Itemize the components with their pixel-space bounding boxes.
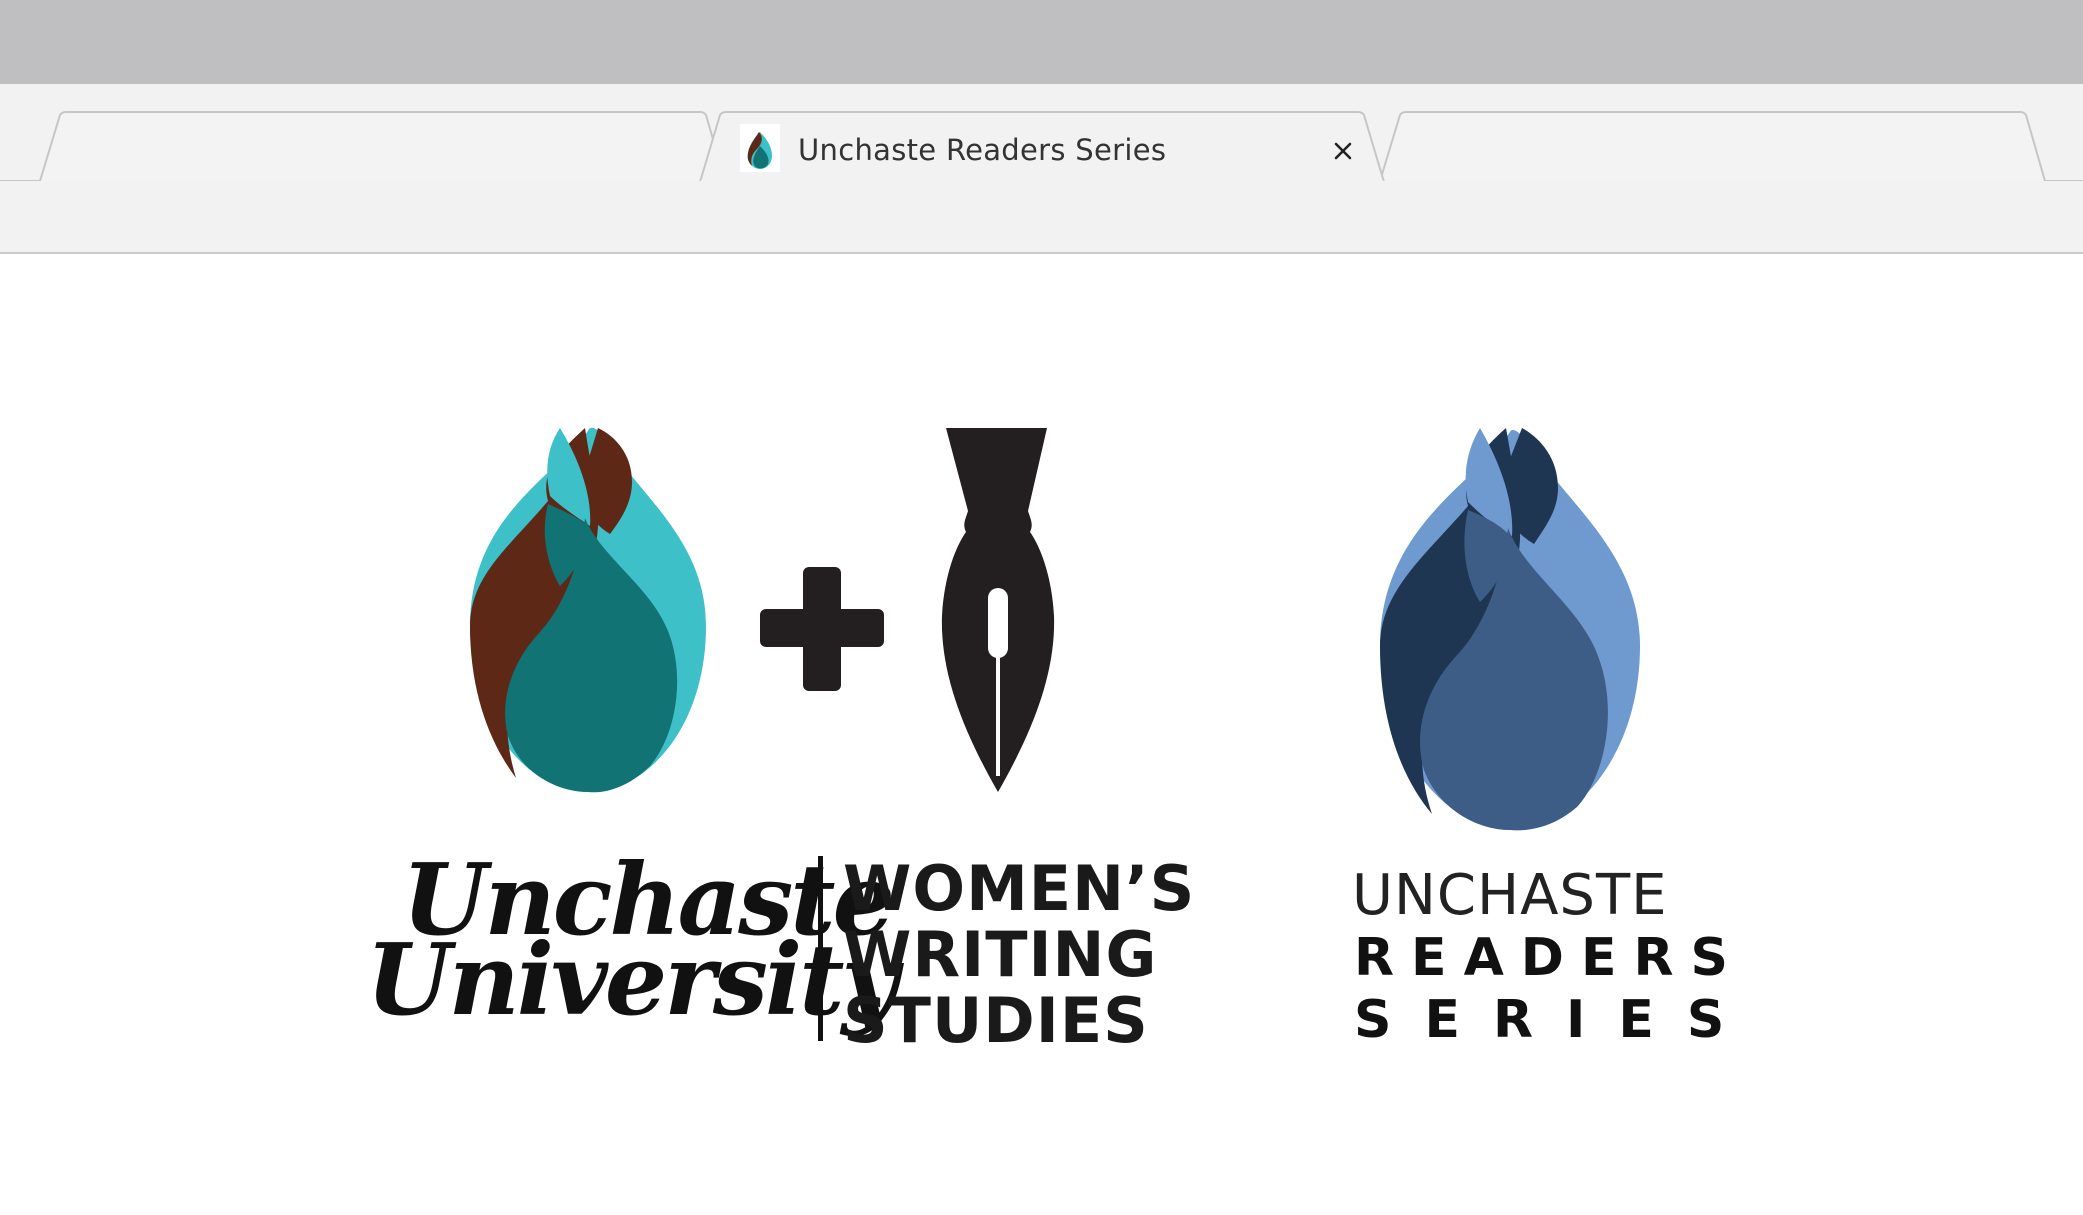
pen-nib-icon [941,428,1055,792]
browser-toolbar [0,181,2083,254]
flame-logo-icon [740,124,780,172]
tab-inactive-left[interactable] [39,111,726,182]
wordmark-university: University [366,923,898,1038]
tab-inactive-right[interactable] [1379,111,2046,182]
tab-title: Unchaste Readers Series [798,133,1167,167]
logo-divider [818,856,823,1041]
close-icon[interactable] [1328,136,1358,166]
logo-artwork [470,427,1640,831]
flame-logo-icon [1380,428,1640,831]
series-line-readers: READERS [1354,928,1745,988]
program-line-womens: WOMEN’S [843,852,1196,925]
program-line-writing: WRITING [843,918,1158,991]
flame-logo-icon [470,427,706,793]
page-content: Unchaste University WOMEN’S WRITING STUD… [0,256,2083,1215]
window-titlebar [0,0,2083,84]
series-line-unchaste: UNCHASTE [1352,863,1668,928]
program-line-studies: STUDIES [843,984,1149,1057]
plus-icon [760,567,884,691]
series-line-series: SERIES [1354,990,1758,1050]
